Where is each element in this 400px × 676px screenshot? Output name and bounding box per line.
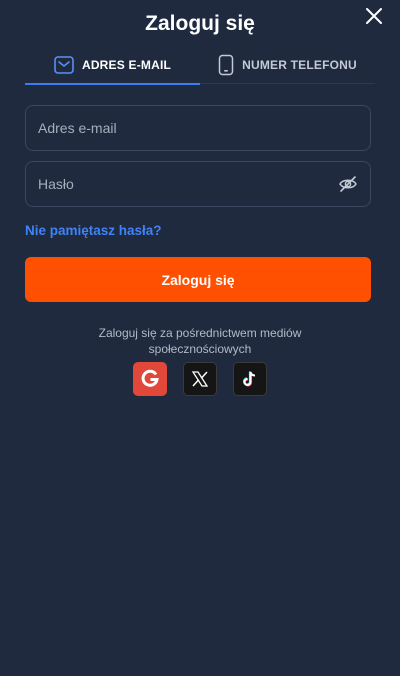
tab-phone-label: NUMER TELEFONU bbox=[242, 58, 357, 72]
tab-email[interactable]: ADRES E-MAIL bbox=[25, 46, 200, 85]
social-login-caption: Zaloguj się za pośrednictwem mediów społ… bbox=[98, 326, 302, 356]
tiktok-login-button[interactable] bbox=[233, 362, 267, 396]
google-icon bbox=[141, 369, 159, 387]
envelope-icon bbox=[54, 56, 74, 74]
page-title: Zaloguj się bbox=[145, 12, 255, 35]
google-login-button[interactable] bbox=[133, 362, 167, 396]
forgot-password-link[interactable]: Nie pamiętasz hasła? bbox=[25, 223, 162, 238]
tab-phone[interactable]: NUMER TELEFONU bbox=[200, 46, 375, 84]
email-input[interactable] bbox=[38, 120, 358, 136]
social-login-buttons bbox=[0, 362, 400, 396]
tiktok-icon bbox=[242, 371, 256, 387]
close-button[interactable] bbox=[363, 5, 385, 27]
email-field[interactable] bbox=[25, 105, 371, 151]
tab-email-label: ADRES E-MAIL bbox=[81, 58, 172, 72]
eye-off-icon bbox=[339, 176, 357, 192]
x-login-button[interactable] bbox=[183, 362, 217, 396]
phone-icon bbox=[218, 54, 234, 76]
toggle-password-visibility-button[interactable] bbox=[338, 174, 358, 194]
login-method-tabs: ADRES E-MAIL NUMER TELEFONU bbox=[25, 46, 375, 85]
close-icon bbox=[366, 8, 382, 24]
x-icon bbox=[191, 371, 209, 387]
password-field[interactable] bbox=[25, 161, 371, 207]
password-input[interactable] bbox=[38, 176, 338, 192]
login-button[interactable]: Zaloguj się bbox=[25, 257, 371, 302]
